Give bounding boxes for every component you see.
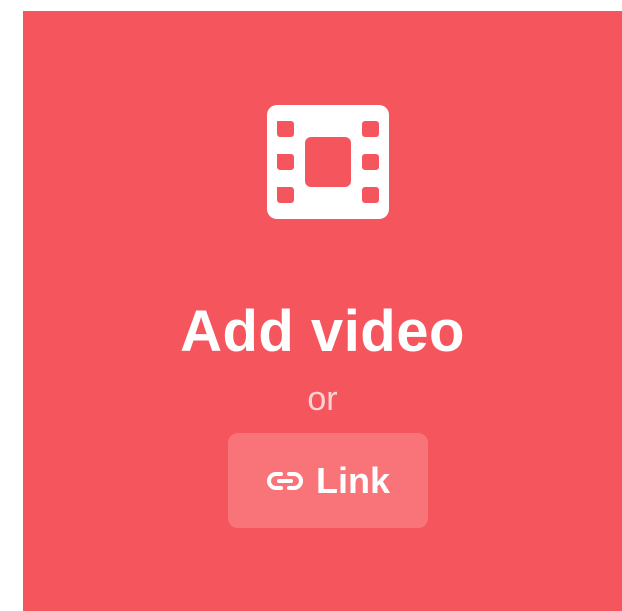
link-button[interactable]: Link xyxy=(228,433,428,528)
link-icon xyxy=(266,470,304,492)
film-icon xyxy=(267,105,389,219)
or-separator: or xyxy=(307,380,338,418)
link-button-label: Link xyxy=(315,459,390,501)
add-video-dropzone[interactable]: Add video or Link xyxy=(23,11,622,611)
add-video-title: Add video xyxy=(180,299,465,364)
